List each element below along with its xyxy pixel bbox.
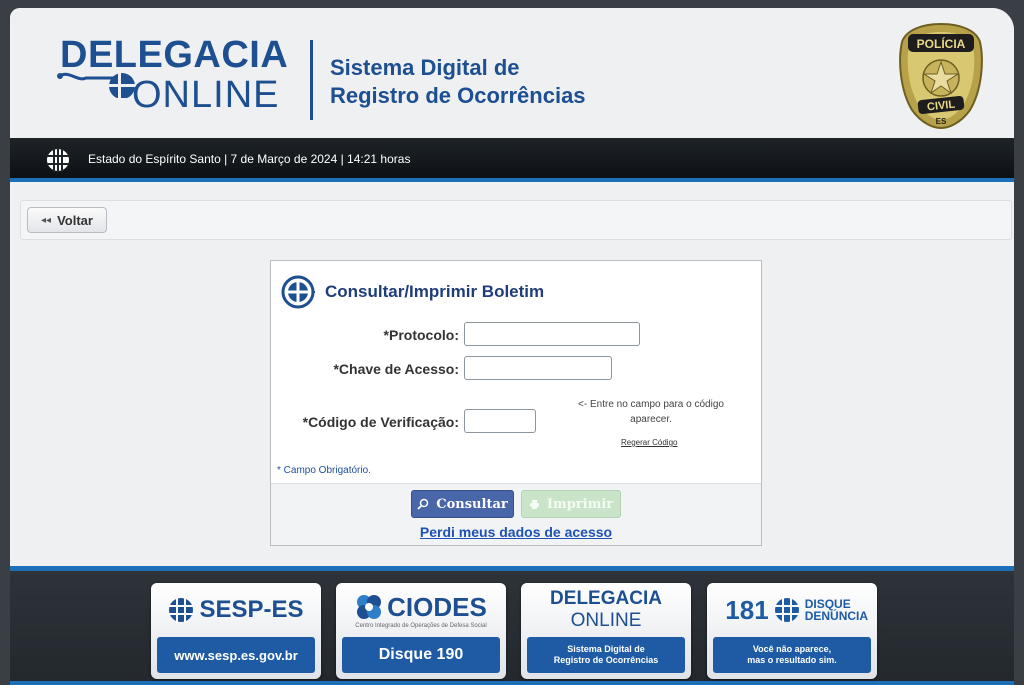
toolbar: ◂◂ Voltar bbox=[20, 200, 1012, 240]
ciodes-logo-icon bbox=[357, 595, 382, 619]
disque-card-subtitle: DISQUE DENÚNCIA bbox=[804, 597, 869, 623]
header: DELEGACIA ONLINE Sistema Digital de Regi… bbox=[10, 8, 1014, 138]
sesp-card-url: www.sesp.es.gov.br bbox=[174, 647, 298, 663]
delegacia-card-bottom: Sistema Digital de Registro de Ocorrênci… bbox=[527, 637, 685, 673]
logo-line2: ONLINE bbox=[132, 74, 280, 116]
ciodes-title-row: CIODES bbox=[355, 592, 487, 623]
print-button[interactable]: Imprimir bbox=[521, 490, 621, 518]
footer-bottom-bar bbox=[10, 681, 1014, 685]
sesp-card-bottom: www.sesp.es.gov.br bbox=[157, 637, 315, 673]
info-bar: Estado do Espírito Santo | 7 de Março de… bbox=[10, 138, 1014, 182]
disque-globe-icon bbox=[773, 597, 800, 623]
ciodes-card-phone: Disque 190 bbox=[378, 646, 464, 663]
system-title: Sistema Digital de Registro de Ocorrênci… bbox=[330, 54, 586, 110]
back-arrow-icon: ◂◂ bbox=[41, 214, 52, 226]
disque-card-top: 181 DISQUE DENÚNCIA bbox=[707, 583, 877, 637]
lost-access-data-link[interactable]: Perdi meus dados de acesso bbox=[271, 524, 761, 540]
access-key-input[interactable] bbox=[464, 356, 612, 380]
delegacia-card-line2: Registro de Ocorrências bbox=[553, 655, 659, 665]
protocol-label: *Protocolo: bbox=[383, 327, 459, 343]
disque-card-line2: mas o resultado sim. bbox=[747, 655, 837, 665]
consult-button[interactable]: Consultar bbox=[411, 490, 514, 518]
form-title-icon bbox=[281, 275, 315, 309]
delegacia-card-line1: Sistema Digital de bbox=[567, 644, 645, 654]
system-title-line2: Registro de Ocorrências bbox=[330, 83, 586, 108]
regenerate-code-link[interactable]: Regerar Código bbox=[621, 438, 677, 447]
ciodes-card-top: CIODES Centro Integrado de Operações de … bbox=[336, 583, 506, 637]
disque-denuncia-card[interactable]: 181 DISQUE DENÚNCIA Você não aparece, ma… bbox=[707, 583, 877, 679]
form-actions: Consultar Imprimir Perdi meus dados de a… bbox=[271, 483, 761, 545]
required-note: * Campo Obrigatório. bbox=[277, 465, 371, 476]
sesp-es-card[interactable]: SESP-ES www.sesp.es.gov.br bbox=[151, 583, 321, 679]
ciodes-card-subtitle: Centro Integrado de Operações de Defesa … bbox=[355, 622, 487, 629]
footer: SESP-ES www.sesp.es.gov.br CIODES Centro… bbox=[10, 566, 1014, 685]
app-frame: DELEGACIA ONLINE Sistema Digital de Regi… bbox=[10, 8, 1014, 685]
back-button[interactable]: ◂◂ Voltar bbox=[27, 207, 107, 233]
delegacia-card-subtitle: ONLINE bbox=[570, 610, 642, 631]
sesp-card-top: SESP-ES bbox=[151, 583, 321, 637]
verification-hint: <- Entre no campo para o código aparecer… bbox=[578, 399, 724, 425]
disque-card-line1: Você não aparece, bbox=[752, 644, 832, 654]
verification-code-input[interactable] bbox=[464, 409, 536, 433]
badge-top-text: POLÍCIA bbox=[917, 36, 966, 51]
logo-swoosh-icon bbox=[57, 72, 135, 98]
consult-button-label: Consultar bbox=[436, 496, 508, 512]
verification-code-label: *Código de Verificação: bbox=[302, 414, 459, 430]
ciodes-card-title: CIODES bbox=[387, 591, 487, 622]
printer-icon bbox=[529, 499, 539, 509]
sesp-card-title: SESP-ES bbox=[199, 596, 304, 623]
location-date-time: Estado do Espírito Santo | 7 de Março de… bbox=[88, 152, 411, 166]
delegacia-card-title: DELEGACIA bbox=[550, 588, 662, 609]
search-icon bbox=[417, 498, 429, 510]
header-divider bbox=[310, 40, 313, 120]
protocol-input[interactable] bbox=[464, 322, 640, 346]
ciodes-card-bottom: Disque 190 bbox=[342, 637, 500, 673]
form-title: Consultar/Imprimir Boletim bbox=[325, 282, 545, 301]
back-button-label: Voltar bbox=[57, 212, 93, 228]
delegacia-online-card[interactable]: DELEGACIA ONLINE Sistema Digital de Regi… bbox=[521, 583, 691, 679]
consult-form-panel: Consultar/Imprimir Boletim *Protocolo: *… bbox=[270, 260, 762, 546]
policia-civil-badge-icon: POLÍCIA CIVIL ES bbox=[899, 22, 983, 130]
system-title-line1: Sistema Digital de bbox=[330, 55, 520, 80]
access-key-label: *Chave de Acesso: bbox=[333, 361, 459, 377]
print-button-label: Imprimir bbox=[546, 496, 614, 512]
disque-card-bottom: Você não aparece, mas o resultado sim. bbox=[713, 637, 871, 673]
ciodes-card[interactable]: CIODES Centro Integrado de Operações de … bbox=[336, 583, 506, 679]
sesp-globe-icon bbox=[168, 597, 195, 623]
badge-state-text: ES bbox=[936, 117, 947, 126]
delegacia-online-logo: DELEGACIA ONLINE bbox=[54, 34, 294, 124]
disque-card-number: 181 bbox=[725, 594, 769, 625]
globe-icon bbox=[46, 148, 70, 172]
delegacia-card-top: DELEGACIA ONLINE bbox=[521, 583, 691, 637]
